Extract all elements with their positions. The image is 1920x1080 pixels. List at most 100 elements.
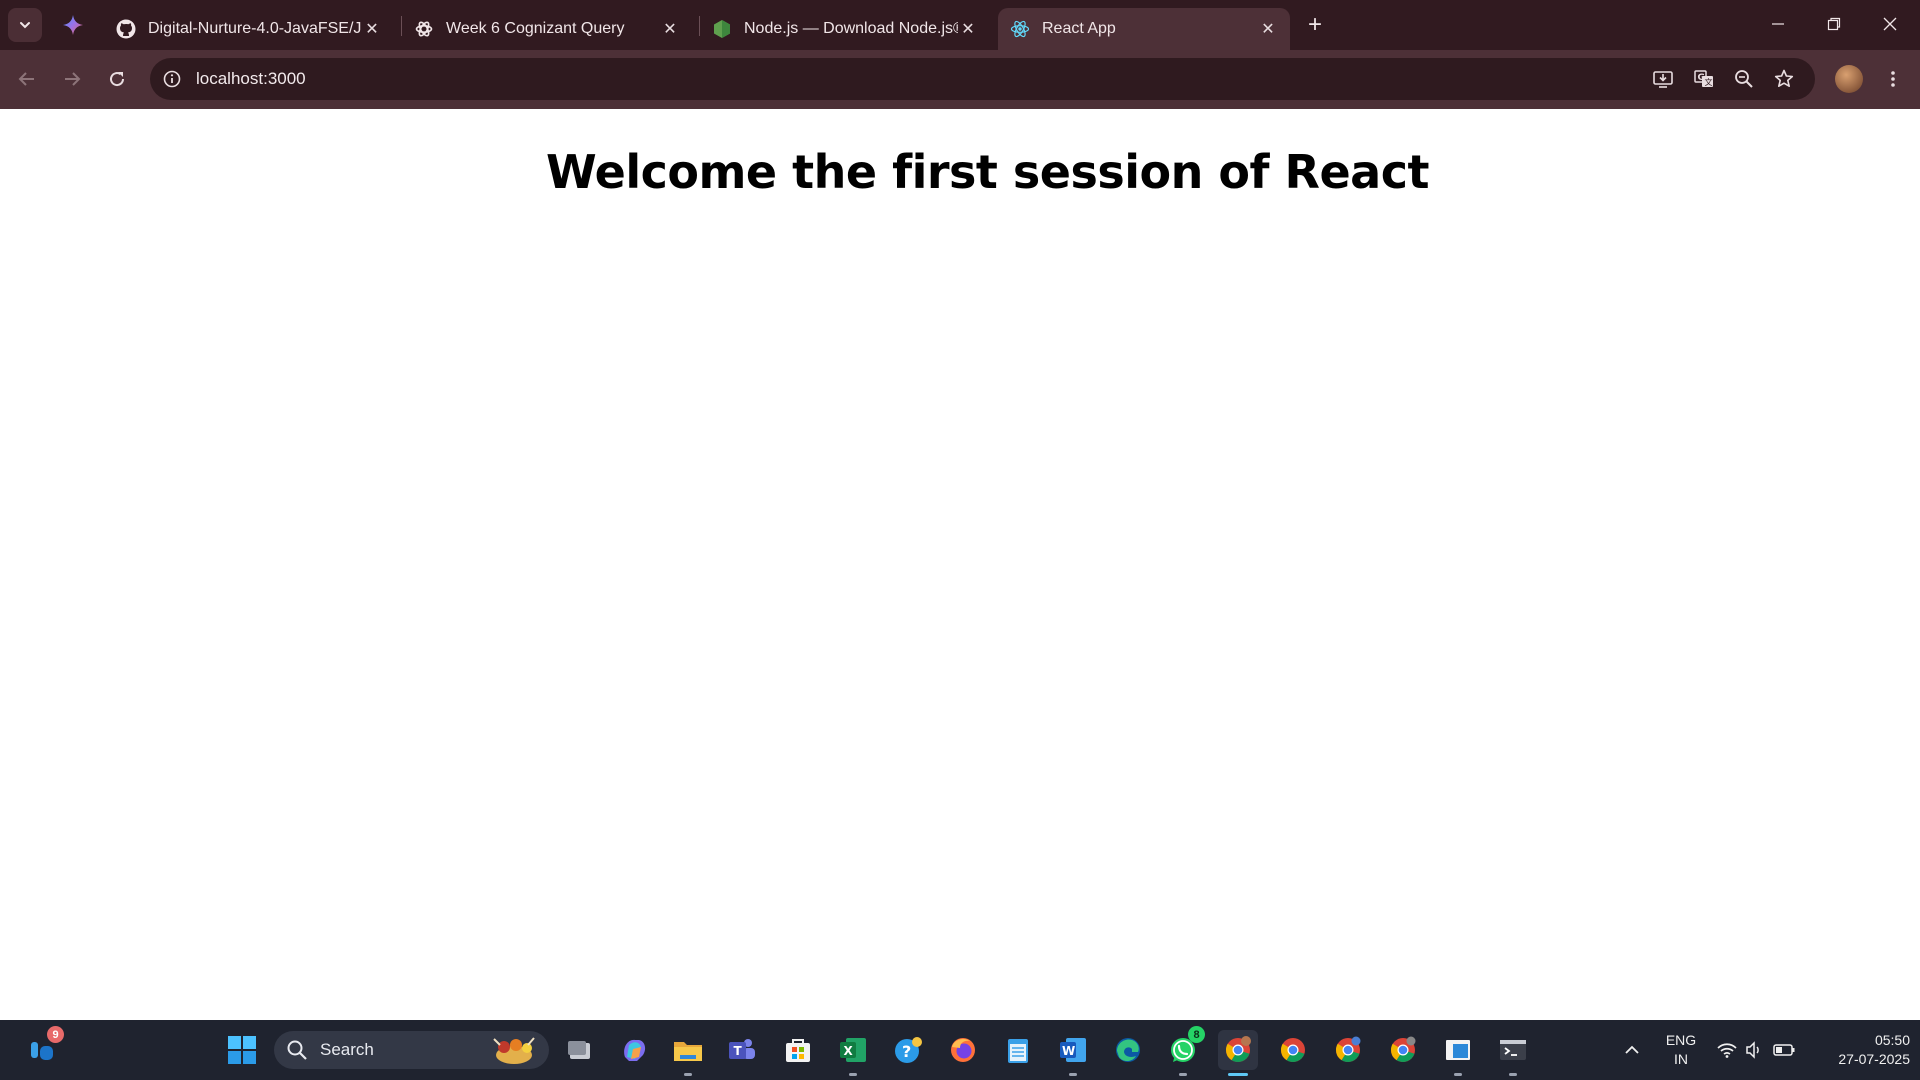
search-label: Search (320, 1040, 374, 1059)
close-icon (1883, 17, 1897, 31)
start-button[interactable] (222, 1030, 262, 1070)
word-icon: W (1060, 1038, 1086, 1062)
site-info-icon[interactable] (160, 67, 184, 91)
new-tab-button[interactable]: + (1300, 11, 1330, 38)
chevron-up-icon (1625, 1045, 1639, 1054)
running-indicator (1069, 1073, 1077, 1076)
gemini-button[interactable] (60, 12, 86, 38)
arrow-left-icon (18, 72, 34, 86)
language-indicator[interactable]: ENG IN (1662, 1031, 1700, 1069)
terminal-button[interactable] (1493, 1030, 1533, 1076)
install-app-icon[interactable] (1650, 66, 1676, 92)
bookmark-star-icon[interactable] (1771, 66, 1797, 92)
teams-button[interactable]: T (722, 1030, 762, 1070)
restore-button[interactable] (1806, 0, 1862, 48)
remote-desktop-button[interactable] (1438, 1030, 1478, 1076)
notification-badge: 9 (47, 1026, 64, 1043)
minimize-button[interactable] (1750, 0, 1806, 48)
running-indicator (684, 1073, 692, 1076)
more-vertical-icon (1891, 71, 1895, 87)
minimize-icon (1772, 23, 1784, 25)
react-icon (1010, 19, 1030, 39)
clock-date: 27-07-2025 (1838, 1051, 1910, 1067)
store-icon (786, 1039, 810, 1062)
word-button[interactable]: W (1053, 1030, 1093, 1076)
active-indicator (1228, 1073, 1248, 1076)
reload-icon (110, 72, 125, 87)
address-text[interactable]: localhost:3000 (196, 69, 306, 89)
tab-title: Node.js — Download Node.js® (744, 20, 958, 37)
edge-button[interactable] (1108, 1030, 1148, 1070)
github-icon (116, 19, 136, 39)
quick-settings-button[interactable] (1716, 1020, 1796, 1080)
battery-icon (1773, 1044, 1795, 1056)
chrome-icon (1335, 1036, 1361, 1063)
chrome-profile-1-button[interactable] (1218, 1030, 1258, 1076)
tab-react-app[interactable]: React App ✕ (998, 8, 1290, 50)
taskbar-search[interactable]: Search (274, 1031, 549, 1069)
svg-text:?: ? (902, 1042, 911, 1061)
browser-menu-button[interactable] (1877, 63, 1909, 95)
copilot-button[interactable] (614, 1030, 654, 1070)
tab-title: React App (1042, 20, 1116, 37)
svg-text:X: X (844, 1044, 854, 1058)
svg-text:T: T (734, 1044, 743, 1058)
running-indicator (1454, 1073, 1462, 1076)
search-highlight-icon (493, 1037, 535, 1064)
firefox-button[interactable] (943, 1030, 983, 1070)
widgets-button[interactable]: 9 (22, 1026, 64, 1070)
chatgpt-icon (414, 19, 434, 39)
forward-button[interactable] (56, 63, 88, 95)
clock[interactable]: 05:50 27-07-2025 (1810, 1031, 1910, 1069)
whatsapp-button[interactable]: 8 (1163, 1026, 1205, 1076)
notepad-icon (1008, 1039, 1028, 1063)
chrome-profile-2-button[interactable] (1273, 1030, 1313, 1070)
svg-text:文: 文 (1705, 77, 1713, 87)
running-indicator (849, 1073, 857, 1076)
get-help-button[interactable]: ? (888, 1030, 928, 1070)
restore-icon (1827, 17, 1841, 31)
edge-icon (1116, 1038, 1140, 1062)
tab-github[interactable]: Digital-Nurture-4.0-JavaFSE/Jav ✕ (104, 8, 394, 50)
running-indicator (1509, 1073, 1517, 1076)
task-view-icon (568, 1041, 590, 1059)
address-bar[interactable]: localhost:3000 G文 (150, 58, 1815, 100)
close-icon[interactable]: ✕ (958, 19, 978, 39)
tab-chatgpt[interactable]: Week 6 Cognizant Query ✕ (402, 8, 692, 50)
close-window-button[interactable] (1862, 0, 1918, 48)
profile-avatar[interactable] (1835, 65, 1863, 93)
volume-icon (1746, 1041, 1759, 1059)
excel-icon: X (840, 1038, 866, 1062)
show-hidden-icons-button[interactable] (1622, 1020, 1642, 1080)
chrome-profile-4-button[interactable] (1383, 1030, 1423, 1070)
translate-icon[interactable]: G文 (1691, 66, 1717, 92)
tab-nodejs[interactable]: Node.js — Download Node.js® ✕ (700, 8, 990, 50)
zoom-out-icon[interactable] (1731, 66, 1757, 92)
tab-search-button[interactable] (8, 8, 42, 42)
tab-title: Week 6 Cognizant Query (446, 20, 625, 37)
chrome-icon (1225, 1036, 1251, 1063)
page-content: Welcome the first session of React (0, 109, 1920, 1020)
microsoft-store-button[interactable] (778, 1030, 818, 1070)
reload-button[interactable] (101, 63, 133, 95)
close-icon[interactable]: ✕ (1258, 19, 1278, 39)
close-icon[interactable]: ✕ (362, 19, 382, 39)
notification-badge: 8 (1188, 1026, 1205, 1043)
folder-icon (674, 1042, 702, 1061)
search-icon (287, 1040, 307, 1060)
windows-taskbar: 9 Search T X ? W 8 ENG IN 05:50 27-07-20… (0, 1020, 1920, 1080)
notepad-button[interactable] (998, 1030, 1038, 1070)
close-icon[interactable]: ✕ (660, 19, 680, 39)
file-explorer-button[interactable] (668, 1030, 708, 1076)
excel-button[interactable]: X (833, 1030, 873, 1076)
nodejs-icon (712, 19, 732, 39)
chrome-icon (1390, 1036, 1416, 1063)
back-button[interactable] (11, 63, 43, 95)
arrow-right-icon (65, 72, 81, 86)
browser-tab-strip: Digital-Nurture-4.0-JavaFSE/Jav ✕ Week 6… (0, 0, 1920, 50)
chrome-profile-3-button[interactable] (1328, 1030, 1368, 1070)
task-view-button[interactable] (559, 1030, 599, 1070)
window-app-icon (1446, 1040, 1470, 1060)
windows-logo-icon (228, 1036, 256, 1064)
running-indicator (1179, 1073, 1187, 1076)
